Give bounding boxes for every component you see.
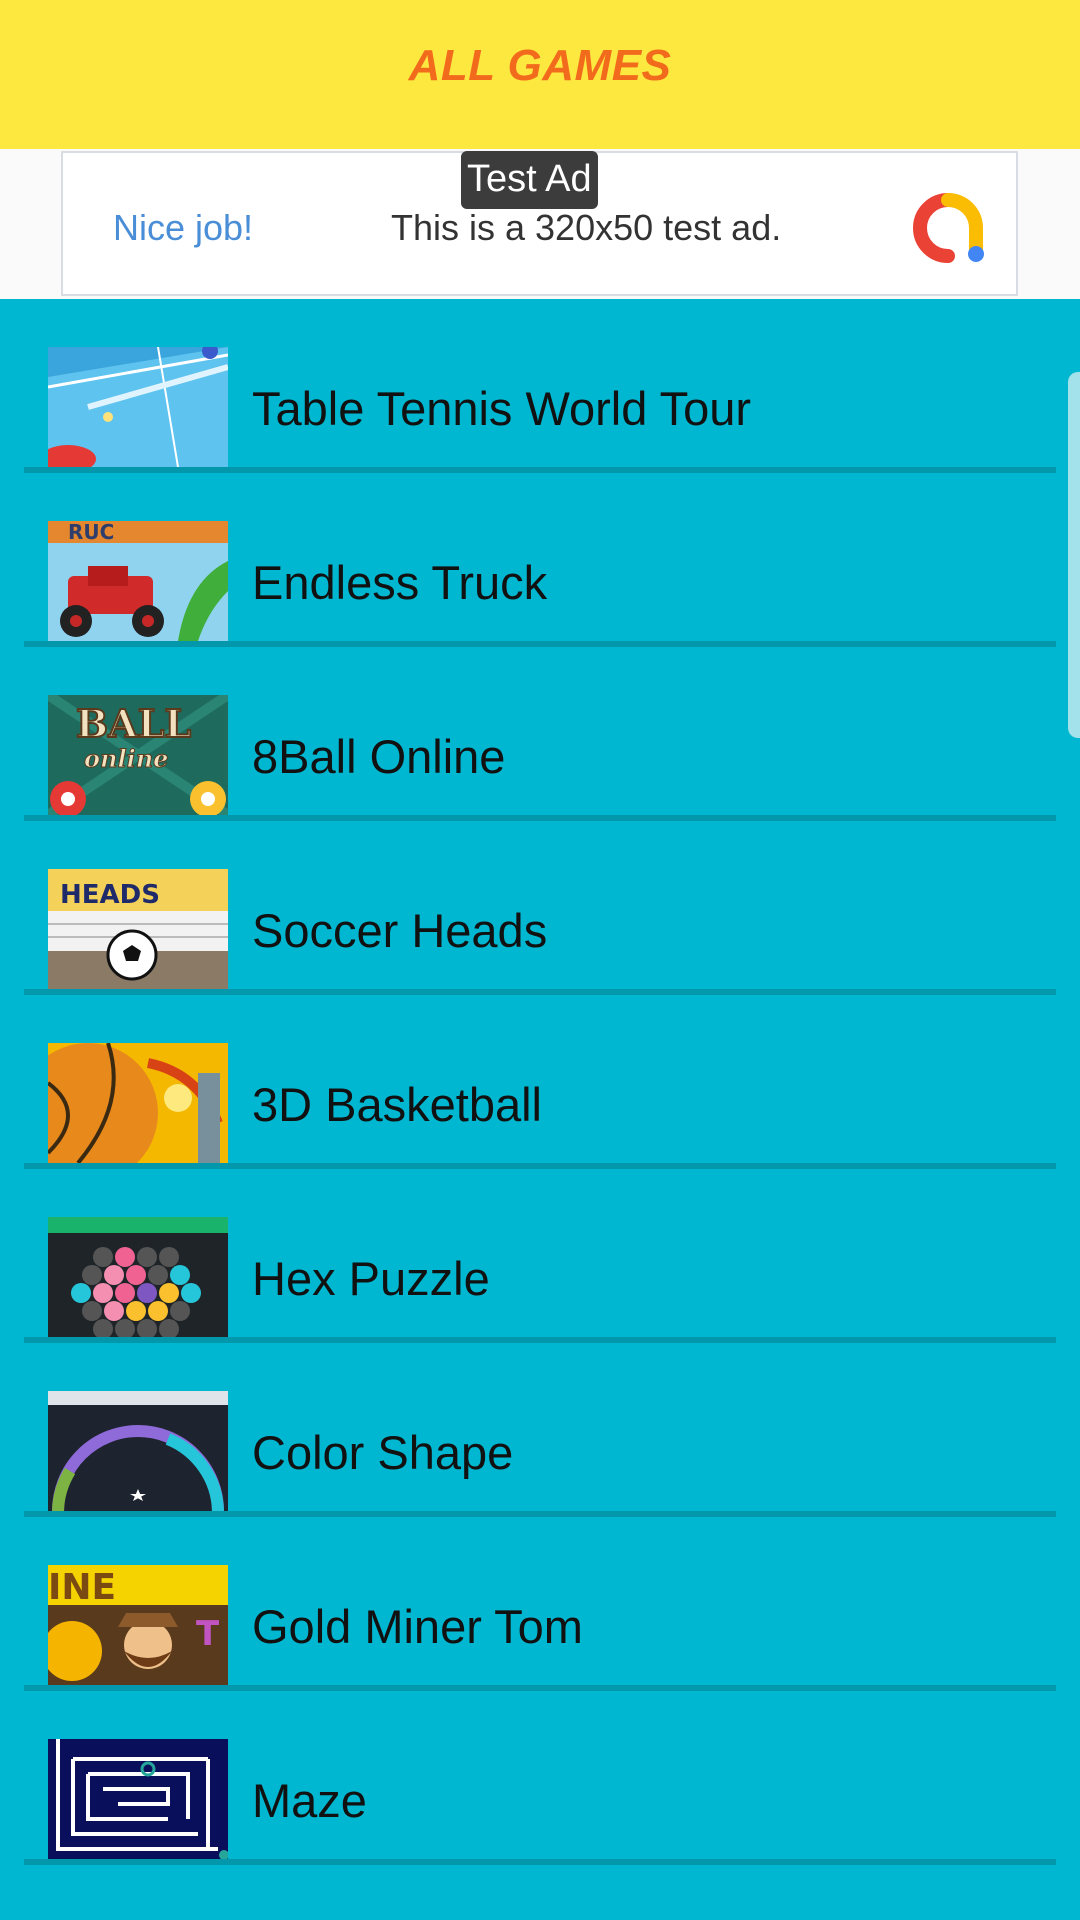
game-title: Soccer Heads (252, 904, 548, 957)
game-title: 8Ball Online (252, 730, 506, 783)
game-item-endless-truck[interactable]: RUC Endless Truck (24, 473, 1056, 647)
test-ad-tag: Test Ad (461, 151, 598, 209)
game-item-3d-basketball[interactable]: 3D Basketball (24, 995, 1056, 1169)
truck-thumbnail-icon: RUC (48, 521, 228, 641)
game-item-gold-miner-tom[interactable]: INE T Gold Miner Tom (24, 1517, 1056, 1691)
scrollbar-thumb[interactable] (1068, 372, 1080, 738)
game-title: Maze (252, 1774, 367, 1827)
game-title: Hex Puzzle (252, 1252, 490, 1305)
color-shape-thumbnail-icon (48, 1391, 228, 1511)
basketball-thumbnail-icon (48, 1043, 228, 1163)
soccer-thumbnail-icon: HEADS (48, 869, 228, 989)
table-tennis-thumbnail-icon (48, 347, 228, 467)
hex-puzzle-thumbnail-icon (48, 1217, 228, 1337)
game-item-color-shape[interactable]: Color Shape (24, 1343, 1056, 1517)
maze-thumbnail-icon (48, 1739, 228, 1859)
test-ad-banner[interactable]: Test Ad Nice job! This is a 320x50 test … (61, 151, 1018, 296)
game-item-maze[interactable]: Maze (24, 1691, 1056, 1865)
admob-logo-icon (913, 193, 984, 263)
svg-text:INE: INE (48, 1567, 116, 1608)
game-item-soccer-heads[interactable]: HEADS Soccer Heads (24, 821, 1056, 995)
ad-strip: Test Ad Nice job! This is a 320x50 test … (0, 149, 1080, 299)
app-header: ALL GAMES (0, 0, 1080, 149)
game-title: Gold Miner Tom (252, 1600, 583, 1653)
game-title: Endless Truck (252, 556, 548, 609)
svg-text:online: online (84, 744, 168, 773)
game-title: Color Shape (252, 1426, 514, 1479)
svg-text:RUC: RUC (68, 521, 114, 544)
page-title: ALL GAMES (408, 40, 672, 90)
svg-text:T: T (196, 1614, 220, 1654)
game-title: 3D Basketball (252, 1078, 542, 1131)
gold-miner-thumbnail-icon: INE T (48, 1565, 228, 1685)
billiards-thumbnail-icon: BALL online (48, 695, 228, 815)
game-item-hex-puzzle[interactable]: Hex Puzzle (24, 1169, 1056, 1343)
ad-body-text: This is a 320x50 test ad. (391, 207, 782, 248)
svg-text:HEADS: HEADS (60, 880, 160, 910)
svg-text:BALL: BALL (76, 701, 191, 746)
ad-headline: Nice job! (113, 207, 254, 248)
game-item-8ball-online[interactable]: BALL online 8Ball Online (24, 647, 1056, 821)
game-item-table-tennis[interactable]: Table Tennis World Tour (24, 299, 1056, 473)
game-title: Table Tennis World Tour (252, 382, 752, 435)
